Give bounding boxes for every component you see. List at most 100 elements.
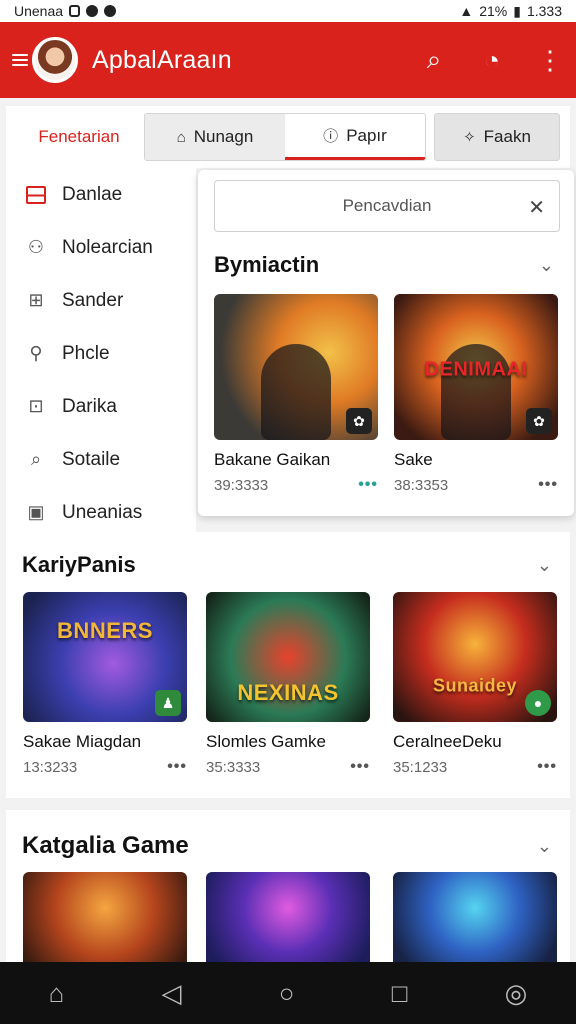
tab-fenetarian[interactable]: Fenetarian — [14, 127, 144, 147]
game-title: Sake — [394, 450, 433, 469]
game-thumbnail[interactable]: NEXINAS — [206, 592, 370, 722]
more-vert-icon[interactable]: ⋮ — [536, 45, 564, 76]
dropdown-panel: Pencavdian ✕ Bymiactin ⌄ ✿ Bakane Gaikan… — [198, 170, 574, 516]
info-icon: ⓘ — [323, 128, 339, 145]
clock: 1.333 — [526, 3, 562, 19]
person-icon: ⚇ — [27, 237, 45, 257]
notification-icon — [104, 5, 117, 17]
game-thumbnail[interactable] — [23, 872, 187, 962]
search-icon[interactable]: ⌕ — [420, 44, 448, 76]
sidebar-item-sotaile[interactable]: ⌕ Sotaile — [6, 433, 196, 486]
compass-icon[interactable]: ◎ — [505, 978, 528, 1009]
game-card[interactable] — [23, 872, 187, 962]
sidebar-item-phcle[interactable]: ⚲ Phcle — [6, 327, 196, 380]
tab-papir[interactable]: ⓘ Papır — [285, 114, 425, 160]
search-input[interactable]: Pencavdian ✕ — [214, 180, 560, 232]
sidebar-item-label: Sotaile — [62, 448, 121, 470]
game-thumbnail[interactable] — [206, 872, 370, 962]
sidebar-item-nolearcian[interactable]: ⚇ Nolearcian — [6, 221, 196, 274]
game-badge-icon: ♟ — [155, 690, 181, 716]
game-card[interactable]: ✿ Bakane Gaikan 39:3333 ••• — [214, 294, 378, 494]
sidebar-item-label: Sander — [62, 289, 124, 311]
sidebar-item-label: Phcle — [62, 342, 110, 364]
game-card[interactable]: BNNERS ♟ Sakae Miagdan 13:3233 ••• — [23, 592, 187, 776]
section-katgalia-game: Katgalia Game ⌄ — [6, 810, 570, 962]
tab-label: Nunagn — [193, 127, 254, 146]
section-title: KariyPanis — [22, 552, 136, 577]
gift-icon: ⊞ — [28, 290, 44, 310]
game-thumbnail[interactable] — [393, 872, 557, 962]
more-icon[interactable]: ••• — [167, 758, 187, 776]
game-card[interactable]: DENIMAAI ✿ Sake 38:3353 ••• — [394, 294, 558, 494]
circle-home-icon[interactable]: ○ — [279, 978, 295, 1009]
menu-icon[interactable] — [12, 54, 28, 66]
game-title: Slomles Gamke — [206, 732, 326, 751]
game-art-title: DENIMAAI — [424, 358, 528, 381]
game-meta: 35:1233 — [393, 758, 448, 776]
sidebar-item-label: Nolearcian — [62, 236, 153, 258]
sidebar-item-label: Uneanias — [62, 501, 143, 523]
sync-icon — [86, 5, 99, 17]
game-badge-icon: ✿ — [526, 408, 552, 434]
game-meta: 38:3353 — [394, 476, 449, 494]
more-icon[interactable]: ••• — [350, 758, 370, 776]
home-icon[interactable]: ⌂ — [49, 978, 65, 1009]
game-card[interactable] — [393, 872, 557, 962]
more-icon[interactable]: ••• — [537, 758, 557, 776]
puzzle-icon: ✧ — [463, 129, 476, 146]
section-kariypanis: KariyPanis ⌄ BNNERS ♟ Sakae Miagdan 13:3… — [6, 532, 570, 798]
tab-faakn[interactable]: ✧ Faakn — [434, 113, 560, 161]
section-header: Katgalia Game ⌄ — [22, 832, 552, 860]
tab-nunagn[interactable]: ⌂ Nunagn — [145, 114, 285, 160]
section-title: Bymiactin — [214, 252, 320, 277]
bag-icon: ⊡ — [28, 396, 44, 416]
sidebar-item-label: Danlae — [62, 183, 123, 205]
tab-label: Faakn — [483, 127, 531, 146]
square-icon[interactable]: □ — [392, 978, 408, 1009]
sidebar: Danlae ⚇ Nolearcian ⊞ Sander ⚲ Phcle ⊡ D… — [6, 168, 196, 532]
game-title: CeralneeDeku — [393, 732, 502, 751]
game-meta: 39:3333 — [214, 476, 269, 494]
search-placeholder: Pencavdian — [342, 196, 432, 215]
sidebar-item-label: Darika — [62, 395, 117, 417]
game-title: Bakane Gaikan — [214, 450, 331, 469]
tab-label: Papır — [346, 125, 387, 145]
tab-bar: Fenetarian ⌂ Nunagn ⓘ Papır ✧ Faakn — [6, 106, 570, 168]
more-icon[interactable]: ••• — [538, 476, 558, 494]
game-meta: 35:3333 — [206, 758, 261, 776]
more-icon[interactable]: ••• — [358, 476, 378, 494]
game-art-title: Sunaidey — [432, 675, 518, 696]
game-badge-icon: ✿ — [346, 408, 372, 434]
signal-icon: ▲ — [459, 3, 474, 19]
game-thumbnail[interactable]: Sunaidey ● — [393, 592, 557, 722]
inbox-icon — [26, 185, 46, 204]
battery-level: 21% — [479, 3, 508, 19]
game-card[interactable]: NEXINAS Slomles Gamke 35:3333 ••• — [206, 592, 370, 776]
status-bar: Unenaa ▲ 21% ▮ 1.333 — [0, 0, 576, 22]
avatar[interactable] — [32, 37, 78, 83]
app-bar: ApbalAraaın ⌕ ◔ ⋮ — [0, 22, 576, 98]
game-meta: 13:3233 — [23, 758, 78, 776]
close-icon[interactable]: ✕ — [528, 195, 545, 220]
sidebar-item-darika[interactable]: ⊡ Darika — [6, 380, 196, 433]
tab-group: ⌂ Nunagn ⓘ Papır — [144, 113, 426, 161]
sidebar-item-sander[interactable]: ⊞ Sander — [6, 274, 196, 327]
game-art-title: BNNERS — [57, 618, 153, 643]
game-card[interactable] — [206, 872, 370, 962]
game-thumbnail[interactable]: DENIMAAI ✿ — [394, 294, 558, 440]
status-carrier: Unenaa — [14, 3, 64, 19]
game-thumbnail[interactable]: ✿ — [214, 294, 378, 440]
section-header: KariyPanis ⌄ — [22, 552, 552, 578]
house-icon: ⌂ — [176, 128, 186, 146]
chevron-down-icon[interactable]: ⌄ — [539, 255, 554, 276]
section-title: Katgalia Game — [22, 832, 189, 859]
game-thumbnail[interactable]: BNNERS ♟ — [23, 592, 187, 722]
sidebar-item-danlae[interactable]: Danlae — [6, 168, 196, 221]
back-icon[interactable]: ◁ — [162, 978, 182, 1009]
game-card[interactable]: Sunaidey ● CeralneeDeku 35:1233 ••• — [393, 592, 557, 776]
chevron-down-icon[interactable]: ⌄ — [537, 555, 552, 576]
app-title: ApbalAraaın — [92, 45, 232, 74]
timer-icon[interactable]: ◔ — [478, 45, 506, 76]
game-title: Sakae Miagdan — [23, 732, 142, 751]
chevron-down-icon[interactable]: ⌄ — [537, 836, 552, 857]
